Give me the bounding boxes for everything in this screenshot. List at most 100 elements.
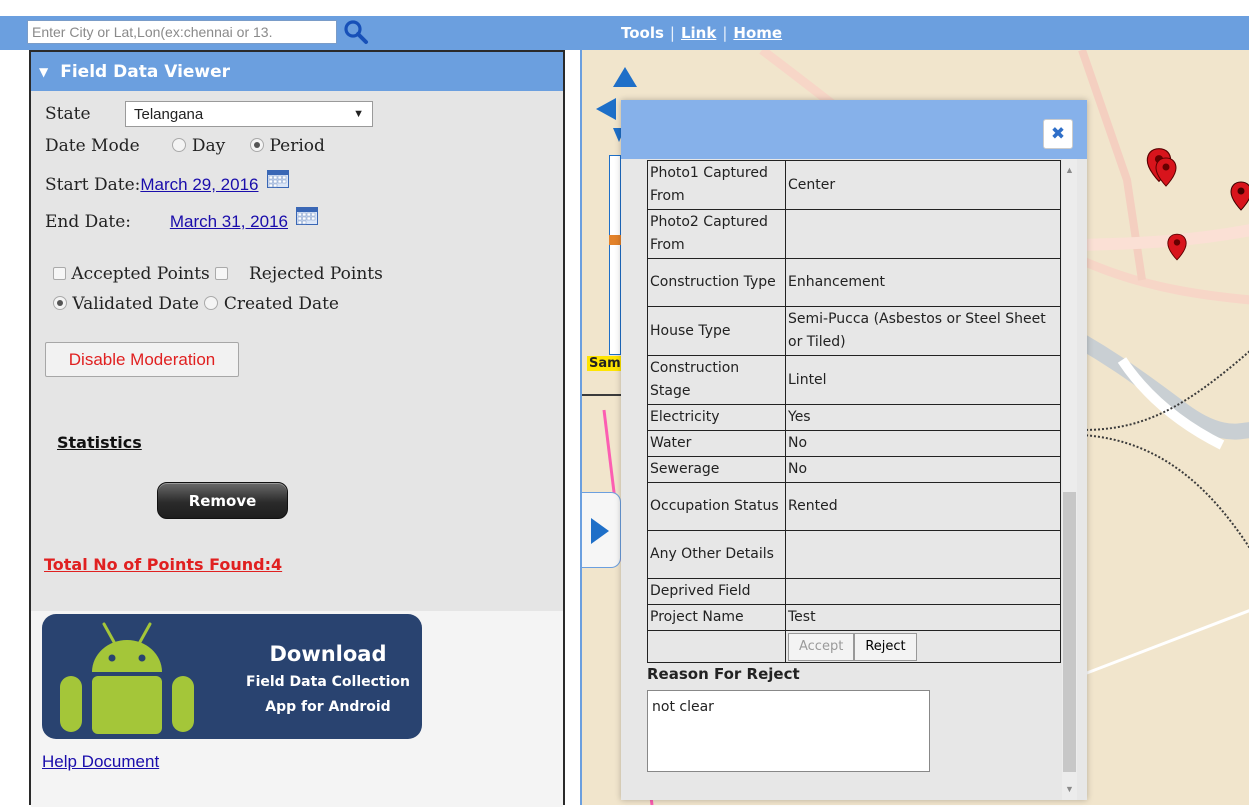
total-points-link[interactable]: Total No of Points Found:4 (44, 555, 282, 574)
table-row: House Type Semi-Pucca (Asbestos or Steel … (647, 306, 1061, 356)
scroll-down-icon[interactable]: ▼ (1062, 784, 1077, 794)
detail-value: Lintel (785, 355, 1061, 405)
action-cell (647, 630, 786, 663)
detail-key: Construction Stage (647, 355, 786, 405)
calendar-icon[interactable] (296, 207, 319, 225)
table-row: Sewerage No (647, 456, 1061, 483)
detail-value: Enhancement (785, 258, 1061, 307)
banner-subtitle-2: App for Android (265, 699, 391, 715)
detail-key: House Type (647, 306, 786, 356)
zoom-slider-handle[interactable] (609, 235, 621, 245)
popup-scrollbar[interactable]: ▲ ▼ (1062, 159, 1077, 800)
map-pin-icon[interactable] (1166, 232, 1188, 262)
detail-key: Photo1 Captured From (647, 160, 786, 210)
detail-key: Project Name (647, 604, 786, 631)
detail-value: Semi-Pucca (Asbestos or Steel Sheet or T… (785, 306, 1061, 356)
pan-left-icon[interactable] (594, 96, 618, 122)
detail-value (785, 578, 1061, 605)
detail-value: Center (785, 160, 1061, 210)
chevron-down-icon: ▼ (353, 108, 364, 120)
disable-moderation-button[interactable]: Disable Moderation (45, 342, 239, 377)
android-icon (60, 622, 194, 734)
rejected-points-label: Rejected Points (249, 264, 383, 284)
location-search-input[interactable] (27, 20, 337, 44)
panel-title: Field Data Viewer (60, 61, 231, 82)
table-row: Photo1 Captured From Center (647, 160, 1061, 210)
date-mode-day-label: Day (191, 136, 226, 156)
detail-value: Rented (785, 482, 1061, 531)
panel-header[interactable]: ▼ Field Data Viewer (31, 52, 563, 91)
close-icon[interactable]: ✖ (1043, 119, 1073, 149)
home-link[interactable]: Home (733, 24, 782, 42)
points-filter-row: Accepted Points Rejected Points (53, 264, 383, 284)
android-app-banner[interactable]: Download Field Data Collection App for A… (42, 614, 422, 739)
popup-scroll-area[interactable]: Photo1 Captured From Center Photo2 Captur… (621, 159, 1087, 800)
start-date-label: Start Date: (45, 175, 141, 195)
accept-button[interactable]: Accept (788, 632, 855, 661)
end-date-row: End Date: March 31, 2016 (45, 207, 319, 232)
date-mode-period-label: Period (269, 136, 325, 156)
table-row: Accept Reject (647, 630, 1061, 663)
collapse-triangle-icon[interactable]: ▼ (39, 65, 48, 79)
start-date-link[interactable]: March 29, 2016 (140, 175, 258, 194)
table-row: Deprived Field (647, 578, 1061, 605)
detail-value (785, 209, 1061, 259)
map-pin-icon[interactable] (1154, 156, 1178, 188)
detail-value: Yes (785, 404, 1061, 431)
detail-value (785, 530, 1061, 579)
action-cell: Accept Reject (785, 630, 1061, 663)
state-select[interactable]: Telangana ▼ (125, 101, 373, 127)
expand-arrow-icon (591, 518, 609, 544)
field-data-viewer-panel: ▼ Field Data Viewer State Telangana ▼ Da… (29, 50, 565, 807)
help-document-link[interactable]: Help Document (42, 752, 159, 772)
date-mode-row: Date Mode Day Period (45, 136, 325, 156)
rejected-points-checkbox[interactable] (215, 267, 229, 280)
validated-date-label: Validated Date (72, 294, 199, 314)
remove-button[interactable]: Remove (157, 482, 288, 519)
toolbar-links: Tools | Link | Home (621, 24, 782, 42)
reason-for-reject-label: Reason For Reject (647, 665, 800, 683)
created-date-radio[interactable] (204, 296, 219, 310)
popup-header[interactable]: ✖ (621, 100, 1087, 159)
scroll-thumb[interactable] (1063, 492, 1076, 772)
statistics-link[interactable]: Statistics (57, 433, 142, 452)
table-row: Electricity Yes (647, 404, 1061, 431)
zoom-slider[interactable] (609, 155, 621, 355)
detail-key: Electricity (647, 404, 786, 431)
reject-button[interactable]: Reject (854, 632, 917, 661)
state-select-value: Telangana (134, 105, 204, 123)
detail-key: Deprived Field (647, 578, 786, 605)
accepted-points-checkbox[interactable] (53, 267, 66, 280)
separator: | (722, 24, 728, 42)
date-mode-period-radio[interactable] (250, 138, 265, 152)
banner-subtitle: Field Data Collection (246, 674, 410, 690)
date-mode-label: Date Mode (45, 136, 140, 156)
table-row: Any Other Details (647, 530, 1061, 579)
map-pin-icon[interactable] (1229, 180, 1249, 212)
table-row: Construction Stage Lintel (647, 355, 1061, 405)
detail-value: No (785, 456, 1061, 483)
date-type-row: Validated Date Created Date (53, 294, 339, 314)
reason-for-reject-textarea[interactable]: not clear (647, 690, 930, 772)
table-row: Occupation Status Rented (647, 482, 1061, 531)
created-date-label: Created Date (223, 294, 339, 314)
date-mode-day-radio[interactable] (172, 138, 187, 152)
end-date-link[interactable]: March 31, 2016 (170, 212, 288, 231)
pan-up-icon[interactable] (611, 65, 639, 89)
link-link[interactable]: Link (681, 24, 716, 42)
detail-key: Any Other Details (647, 530, 786, 579)
calendar-icon[interactable] (266, 170, 289, 188)
table-row: Project Name Test (647, 604, 1061, 631)
validated-date-radio[interactable] (53, 296, 67, 310)
expand-panel-button[interactable] (582, 492, 621, 568)
detail-key: Water (647, 430, 786, 457)
tools-menu[interactable]: Tools (621, 24, 664, 42)
table-row: Construction Type Enhancement (647, 258, 1061, 307)
detail-value: Test (785, 604, 1061, 631)
search-icon[interactable] (342, 18, 370, 46)
map-place-label: Sam (587, 356, 623, 371)
start-date-row: Start Date:March 29, 2016 (45, 170, 289, 195)
point-details-popup: ✖ Photo1 Captured From Center Photo2 Capt… (621, 100, 1087, 800)
scroll-up-icon[interactable]: ▲ (1062, 165, 1077, 175)
detail-key: Occupation Status (647, 482, 786, 531)
